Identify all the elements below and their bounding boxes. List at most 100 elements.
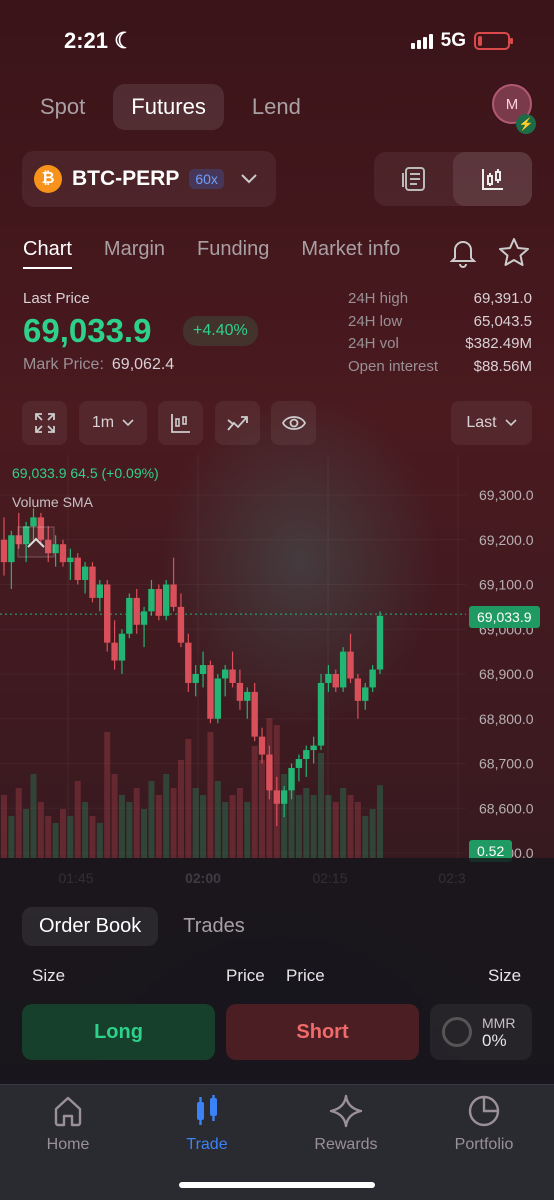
candle-body [30,517,37,527]
orderbook-view-button[interactable] [374,152,453,206]
short-button[interactable]: Short [226,1004,419,1060]
nav-trade[interactable]: Trade [147,1094,267,1154]
visibility-button[interactable] [271,401,316,445]
candle-body [369,669,376,688]
chart-ohlc-legend: 69,033.9 64.5 (+0.09%) [12,465,159,481]
volume-bar [141,809,148,858]
ob-price-left: Price [226,966,265,985]
market-selector[interactable]: ₿ BTC-PERP 60x [22,151,276,207]
bell-icon[interactable] [448,236,478,273]
tab-lend[interactable]: Lend [234,84,319,130]
candle-body [214,678,222,719]
candle-body [81,566,89,581]
candle-body [185,642,192,683]
volume-bar [133,788,140,858]
nav-portfolio[interactable]: Portfolio [424,1094,544,1154]
volume-bar [96,823,103,858]
volume-bar [37,802,44,858]
indicators-button[interactable] [215,401,260,445]
mark-price-value: 69,062.4 [111,356,175,373]
volume-bar [74,781,81,858]
candle-body [229,669,236,683]
volume-bar [377,785,383,858]
tab-chart[interactable]: Chart [23,238,72,269]
ob-size-right: Size [488,966,522,985]
volume-bar [332,802,339,858]
volume-bar [229,795,236,858]
fullscreen-button[interactable] [22,401,67,445]
y-tick-label: 68,900.0 [479,666,534,682]
home-indicator [179,1182,375,1188]
volume-bar [52,823,59,858]
volume-bar [23,809,30,858]
status-time: 2:21 ☾ [64,28,134,53]
price-type-value: Last [466,414,497,431]
chart-type-button[interactable] [158,401,203,445]
volume-bar [214,781,221,858]
volume-bar [251,746,258,858]
volume-bar [354,802,361,858]
interval-select[interactable]: 1m [79,401,147,445]
volume-bar [236,788,243,858]
volume-bar [15,788,22,858]
orderbook-tabs: Order Book Trades [22,907,262,946]
volume-bar [318,753,325,858]
bolt-icon: ⚡ [516,114,536,134]
tab-futures[interactable]: Futures [113,84,224,130]
candle-body [251,691,258,737]
tab-trades[interactable]: Trades [166,907,262,946]
candle-body [236,682,244,701]
candle-body [288,767,295,791]
tab-market-info[interactable]: Market info [301,238,400,269]
candle-body [192,674,199,683]
tab-funding[interactable]: Funding [197,238,269,269]
volume-bar [170,788,177,858]
network-label: 5G [440,30,466,51]
candle-body [325,674,332,683]
candle-body [126,597,133,634]
candle-body [221,669,229,679]
mmr-label: MMR [482,1015,516,1031]
nav-label: Trade [186,1136,228,1153]
candle-body [67,557,74,563]
mmr-indicator[interactable]: MMR 0% [430,1004,532,1060]
trend-icon [226,416,248,431]
candle-body [354,678,362,701]
price-chart[interactable]: 69,300.069,200.069,100.069,000.068,900.0… [0,455,554,895]
last-price-label: Last Price [23,290,90,307]
ob-size-left: Size [32,966,66,985]
bitcoin-icon: ₿ [34,165,62,193]
section-tabs: Chart Margin Funding Market info [23,238,400,269]
volume-bar [177,760,184,858]
volume-bar [185,739,192,858]
nav-rewards[interactable]: Rewards [286,1094,406,1154]
stat-value: 69,391.0 [473,290,532,307]
volume-bar [163,774,170,858]
volume-bar [200,795,207,858]
volume-bar [222,802,229,858]
stat-key: 24H vol [348,335,399,352]
star-icon[interactable] [498,236,530,273]
volume-bar [8,816,15,858]
home-icon [54,1096,82,1127]
volume-bar [347,795,354,858]
candle-body [362,687,369,701]
stat-value: $88.56M [473,357,532,375]
chart-view-button[interactable] [453,152,532,206]
candle-body [295,759,303,768]
candle-body [347,651,354,679]
candle-body [155,588,163,616]
nav-home[interactable]: Home [8,1094,128,1154]
candle-body [376,615,384,670]
stat-row: 24H low 65,043.5 [348,313,532,336]
candle-body [170,584,177,607]
long-button[interactable]: Long [22,1004,215,1060]
tab-margin[interactable]: Margin [104,238,165,269]
battery-icon [474,32,513,50]
tab-order-book[interactable]: Order Book [22,907,159,946]
volume-bar [30,774,37,858]
volume-bar [340,788,347,858]
tab-spot[interactable]: Spot [22,84,103,130]
candle-body [133,597,140,625]
price-type-select[interactable]: Last [451,401,532,445]
